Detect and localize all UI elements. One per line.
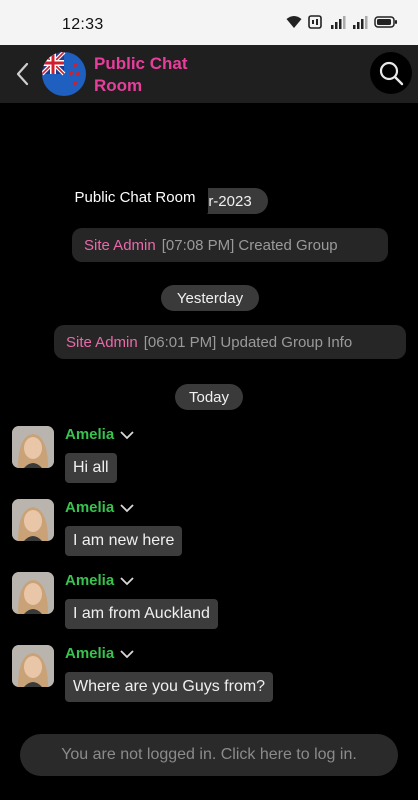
system-message-author: Site Admin — [66, 333, 138, 351]
user-avatar[interactable] — [12, 645, 54, 687]
search-button[interactable] — [370, 52, 412, 94]
system-message: Site Admin [07:08 PM] Created Group — [72, 228, 388, 262]
status-icons — [286, 15, 398, 29]
group-avatar-flag-icon[interactable] — [42, 52, 86, 96]
system-message: Site Admin [06:01 PM] Updated Group Info — [54, 325, 406, 359]
status-bar: 12:33 — [0, 0, 418, 45]
message-author-name: Amelia — [65, 499, 115, 516]
chevron-down-icon[interactable] — [120, 576, 134, 586]
message-author[interactable]: Amelia — [65, 572, 134, 589]
chat-message[interactable]: Amelia I am new here — [12, 499, 392, 565]
system-message-text: [06:01 PM] Updated Group Info — [143, 333, 353, 351]
battery-icon — [374, 15, 398, 29]
search-icon — [379, 61, 404, 86]
signal-icon — [352, 15, 368, 29]
login-prompt-button[interactable]: You are not logged in. Click here to log… — [20, 734, 398, 776]
chevron-down-icon[interactable] — [120, 503, 134, 513]
app-header: Public Chat Room — [0, 45, 418, 103]
user-avatar[interactable] — [12, 499, 54, 541]
wifi-icon — [286, 15, 302, 29]
message-author-name: Amelia — [65, 572, 115, 589]
chat-message[interactable]: Amelia Where are you Guys from? — [12, 645, 392, 711]
message-author-name: Amelia — [65, 645, 115, 662]
user-avatar[interactable] — [12, 572, 54, 614]
message-author[interactable]: Amelia — [65, 499, 134, 516]
system-message-text: [07:08 PM] Created Group — [161, 236, 338, 254]
chevron-down-icon[interactable] — [120, 649, 134, 659]
message-author-name: Amelia — [65, 426, 115, 443]
chevron-left-icon — [16, 62, 29, 86]
date-separator-yesterday: Yesterday — [161, 285, 259, 311]
user-avatar[interactable] — [12, 426, 54, 468]
message-bubble[interactable]: I am new here — [65, 526, 183, 556]
chat-message[interactable]: Amelia I am from Auckland — [12, 572, 392, 638]
status-time: 12:33 — [62, 16, 104, 33]
signal-icon — [330, 15, 346, 29]
call-icon — [308, 15, 324, 29]
title-tooltip: Public Chat Room — [62, 180, 208, 214]
message-author[interactable]: Amelia — [65, 426, 134, 443]
back-button[interactable] — [12, 61, 34, 87]
chat-message[interactable]: Amelia Hi all — [12, 426, 392, 492]
chat-room-title[interactable]: Public Chat Room — [94, 53, 234, 97]
message-bubble[interactable]: I am from Auckland — [65, 599, 218, 629]
date-separator-today: Today — [175, 384, 243, 410]
message-author[interactable]: Amelia — [65, 645, 134, 662]
system-message-author: Site Admin — [84, 236, 156, 254]
chevron-down-icon[interactable] — [120, 430, 134, 440]
message-bubble[interactable]: Where are you Guys from? — [65, 672, 274, 702]
message-bubble[interactable]: Hi all — [65, 453, 117, 483]
